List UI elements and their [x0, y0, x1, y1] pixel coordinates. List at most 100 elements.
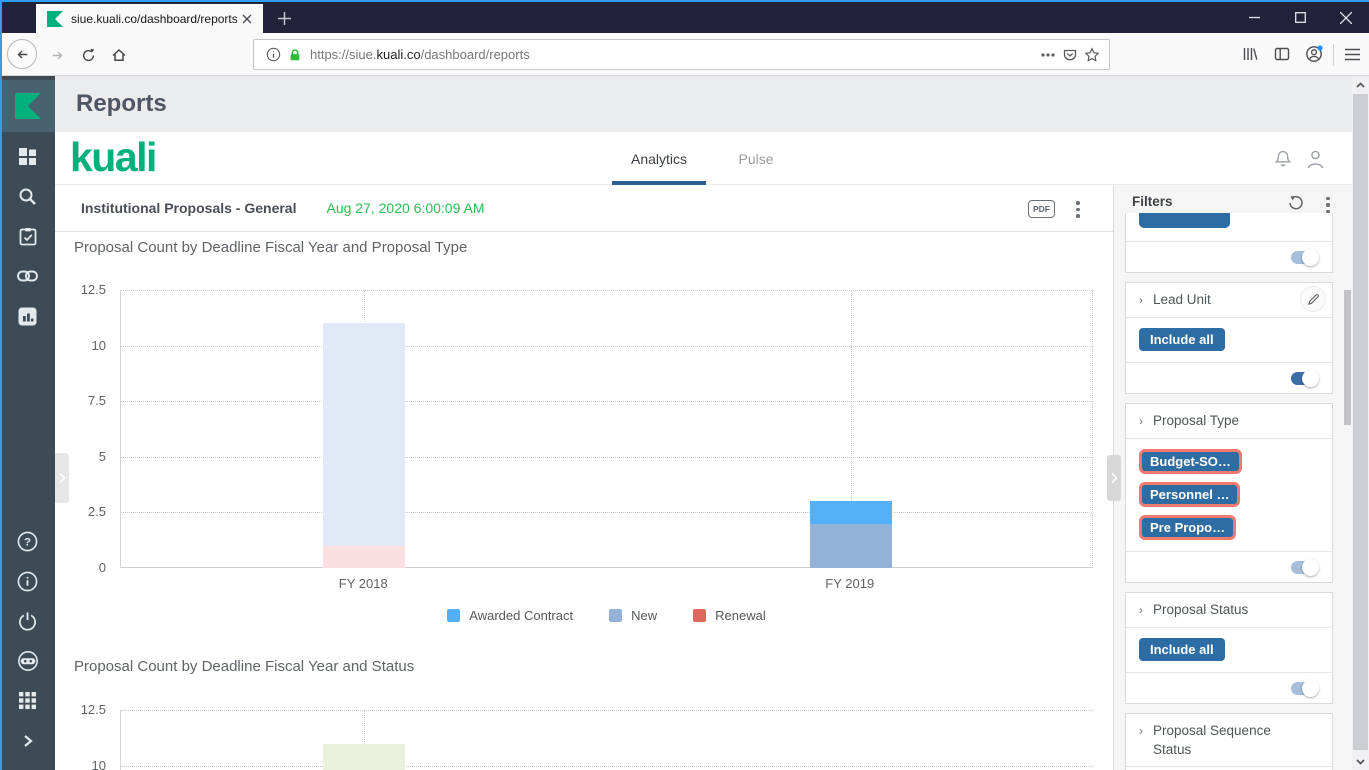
tasks-icon[interactable] — [0, 219, 55, 253]
window-controls — [1231, 2, 1369, 33]
filter-chip[interactable]: Personnel … — [1139, 481, 1241, 507]
filter-chip[interactable] — [1139, 213, 1230, 228]
help-icon[interactable]: ? — [0, 524, 55, 558]
menu-icon[interactable] — [1338, 40, 1366, 68]
page-scrollbar[interactable] — [1352, 76, 1369, 770]
tab-close-icon[interactable] — [237, 9, 257, 29]
chevron-right-icon: › — [1139, 723, 1143, 738]
gridline — [121, 710, 1093, 711]
filter-toggle[interactable] — [1291, 679, 1319, 697]
report-menu-icon[interactable] — [1070, 201, 1086, 218]
edit-pencil-icon[interactable] — [1300, 286, 1326, 312]
bar-segment-awarded-contract[interactable] — [809, 501, 892, 524]
filter-chip[interactable]: Pre Propo… — [1139, 514, 1237, 540]
back-icon[interactable] — [7, 39, 37, 69]
filter-chips: Include all — [1126, 628, 1332, 672]
x-tick-label: FY 2018 — [338, 576, 388, 591]
kuali-mark-logo[interactable] — [0, 80, 55, 132]
scroll-down-icon[interactable] — [1352, 753, 1369, 770]
legend-swatch — [693, 609, 707, 622]
report-timestamp: Aug 27, 2020 6:00:09 AM — [326, 200, 485, 216]
reports-icon[interactable] — [0, 299, 55, 333]
star-icon[interactable] — [1081, 44, 1103, 66]
page-actions-icon[interactable] — [1037, 44, 1059, 66]
dashboard-icon[interactable] — [0, 139, 55, 173]
legend-item[interactable]: Renewal — [693, 608, 766, 623]
window-border-top — [0, 0, 1369, 2]
url-bar[interactable]: https://siue.kuali.co/dashboard/reports — [253, 39, 1110, 70]
filters-menu-icon[interactable] — [1319, 196, 1337, 214]
filter-card-header[interactable]: › Lead Unit — [1126, 283, 1332, 318]
close-icon[interactable] — [1323, 2, 1369, 33]
library-icon[interactable] — [1236, 40, 1264, 68]
forward-icon[interactable] — [42, 40, 72, 70]
bot-icon[interactable] — [0, 644, 55, 678]
minimize-icon[interactable] — [1231, 2, 1277, 33]
legend-swatch — [447, 609, 461, 622]
search-icon[interactable] — [0, 179, 55, 213]
tab-pulse[interactable]: Pulse — [732, 132, 780, 185]
toggle-knob — [1302, 369, 1319, 387]
y-tick-label: 12.5 — [80, 282, 106, 297]
bar-segment-new[interactable] — [809, 523, 892, 568]
pocket-icon[interactable] — [1059, 44, 1081, 66]
filter-toggle[interactable] — [1291, 249, 1319, 266]
filter-card-header[interactable]: › Proposal Status — [1126, 593, 1332, 628]
filter-card-header[interactable]: › Proposal Sequence Status — [1126, 714, 1332, 768]
bar-segment-renewal[interactable] — [323, 545, 406, 568]
legend-label: Awarded Contract — [469, 608, 574, 623]
link-icon[interactable] — [0, 259, 55, 293]
page-scrollbar-thumb[interactable] — [1353, 94, 1368, 750]
browser-tab[interactable]: siue.kuali.co/dashboard/reports — [36, 4, 263, 33]
sidebars-icon[interactable] — [1268, 40, 1296, 68]
browser-navbar: https://siue.kuali.co/dashboard/reports — [0, 33, 1369, 76]
filter-toggle-row — [1126, 361, 1332, 393]
info-icon[interactable] — [0, 564, 55, 598]
filters-title: Filters — [1132, 194, 1173, 209]
reload-icon[interactable] — [73, 40, 103, 70]
filter-chips — [1126, 213, 1332, 241]
chart2-plot — [120, 710, 1093, 770]
report-title: Institutional Proposals - General — [81, 200, 297, 216]
filter-toggle[interactable] — [1291, 369, 1319, 387]
filter-chip[interactable]: Include all — [1139, 327, 1225, 351]
window-border-left — [0, 0, 2, 770]
legend-item[interactable]: New — [609, 608, 657, 623]
left-panel-expander[interactable] — [55, 453, 69, 503]
account-icon[interactable] — [1300, 40, 1328, 68]
site-info-icon[interactable] — [262, 44, 284, 66]
app-bar: kuali Analytics Pulse — [55, 132, 1352, 185]
filter-label: Proposal Sequence Status — [1153, 722, 1271, 757]
gridline — [121, 401, 1092, 403]
filter-chip[interactable]: Include all — [1139, 637, 1225, 661]
chevron-right-icon: › — [1139, 413, 1143, 428]
y-tick-label: 7.5 — [87, 393, 106, 409]
filter-chip[interactable]: Budget-SO… — [1139, 448, 1242, 474]
notifications-bell-icon[interactable] — [1271, 147, 1295, 171]
user-profile-icon[interactable] — [1303, 147, 1327, 171]
filter-toggle-row — [1126, 241, 1332, 272]
sidebar-expand-icon[interactable] — [0, 724, 55, 758]
filter-card-header[interactable]: › Proposal Type — [1126, 404, 1332, 439]
apps-icon[interactable] — [0, 683, 55, 717]
bar-segment-new[interactable] — [323, 323, 406, 546]
legend-item[interactable]: Awarded Contract — [447, 608, 573, 623]
bar-segment[interactable] — [323, 743, 406, 770]
filter-card-proposal-type: › Proposal Type Budget-SO… Personnel … Pre P… — [1125, 402, 1333, 583]
filters-scrollbar-thumb[interactable] — [1344, 290, 1351, 425]
report-toolbar: Institutional Proposals - General Aug 27… — [55, 185, 1113, 232]
filter-chips: Budget-SO… Personnel … Pre Propo… — [1126, 439, 1332, 551]
maximize-icon[interactable] — [1277, 2, 1323, 33]
filter-toggle-row — [1126, 671, 1332, 703]
power-icon[interactable] — [0, 604, 55, 638]
home-icon[interactable] — [104, 40, 134, 70]
new-tab-button[interactable] — [268, 4, 300, 33]
tab-analytics[interactable]: Analytics — [612, 132, 706, 185]
filters-collapse-expander[interactable] — [1107, 455, 1121, 501]
lock-icon[interactable] — [284, 44, 306, 66]
pdf-button[interactable]: PDF — [1028, 200, 1055, 218]
legend-swatch — [609, 609, 623, 622]
reset-icon[interactable] — [1287, 194, 1305, 212]
filter-toggle[interactable] — [1291, 558, 1319, 576]
scroll-up-icon[interactable] — [1352, 76, 1369, 93]
